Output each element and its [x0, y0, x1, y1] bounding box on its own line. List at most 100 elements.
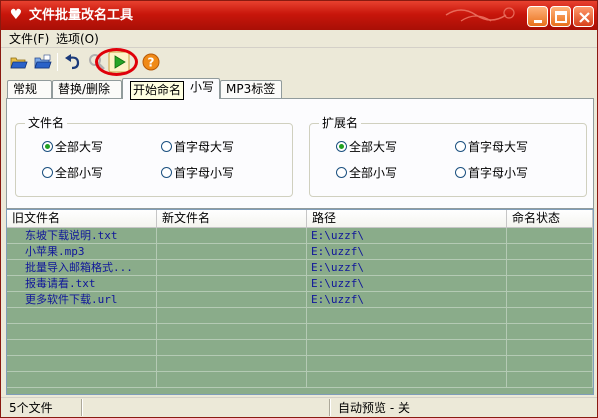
radio-filename-cap-first[interactable]: 首字母大写: [161, 140, 234, 154]
radio-label: 首字母大写: [174, 140, 235, 154]
minimize-button[interactable]: [527, 6, 548, 27]
radio-label: 全部大写: [55, 140, 104, 154]
radio-dot[interactable]: [455, 141, 466, 152]
column-path[interactable]: 路径: [307, 210, 507, 228]
radio-filename-lower-first[interactable]: 首字母小写: [161, 166, 234, 180]
extension-group: 扩展名 全部大写 首字母大写 全部小写 首字母小写: [309, 116, 587, 197]
title-decoration-icon: [445, 7, 515, 22]
table-cell-old: 报毒请看.txt: [7, 276, 157, 292]
filename-group-title: 文件名: [25, 116, 68, 130]
file-list-header: 旧文件名 新文件名 路径 命名状态: [7, 210, 593, 228]
radio-label: 首字母大写: [468, 140, 529, 154]
table-cell-old: 东坡下载说明.txt: [7, 228, 157, 244]
tab-replace-delete[interactable]: 替换/删除: [52, 80, 122, 98]
radio-dot[interactable]: [42, 167, 53, 178]
help-icon[interactable]: ?: [141, 52, 161, 72]
radio-dot[interactable]: [161, 141, 172, 152]
radio-dot[interactable]: [42, 141, 53, 152]
radio-label: 首字母小写: [174, 166, 235, 180]
menu-file[interactable]: 文件(F): [7, 31, 51, 47]
column-status[interactable]: 命名状态: [507, 210, 593, 228]
status-divider: [81, 399, 83, 416]
status-preview: 自动预览 - 关: [338, 401, 410, 415]
table-cell-status: [507, 340, 593, 356]
radio-ext-all-lower[interactable]: 全部小写: [336, 166, 397, 180]
table-cell-path: [307, 324, 507, 340]
table-cell-path: [307, 356, 507, 372]
table-cell-new: [157, 244, 307, 260]
status-file-count: 5个文件: [9, 401, 53, 415]
radio-filename-all-lower[interactable]: 全部小写: [42, 166, 103, 180]
table-cell-path: [307, 308, 507, 324]
table-row[interactable]: [7, 340, 593, 356]
title-bar[interactable]: ♥ 文件批量改名工具: [1, 1, 597, 30]
minimize-icon: [534, 20, 542, 23]
table-row[interactable]: [7, 372, 593, 388]
maximize-button[interactable]: [550, 6, 571, 27]
table-cell-old: 小苹果.mp3: [7, 244, 157, 260]
table-row[interactable]: 批量导入邮箱格式... E:\uzzf\: [7, 260, 593, 276]
table-row[interactable]: 小苹果.mp3 E:\uzzf\: [7, 244, 593, 260]
radio-dot[interactable]: [336, 167, 347, 178]
column-new-name[interactable]: 新文件名: [157, 210, 307, 228]
highlight-circle: [95, 48, 138, 76]
table-cell-status: [507, 308, 593, 324]
table-cell-path: E:\uzzf\: [307, 276, 507, 292]
table-row[interactable]: [7, 308, 593, 324]
window-title: 文件批量改名工具: [29, 8, 134, 23]
radio-dot[interactable]: [336, 141, 347, 152]
table-cell-status: [507, 356, 593, 372]
table-cell-status: [507, 292, 593, 308]
radio-ext-cap-first[interactable]: 首字母大写: [455, 140, 528, 154]
radio-ext-all-upper[interactable]: 全部大写: [336, 140, 397, 154]
svg-text:?: ?: [148, 56, 155, 70]
table-row[interactable]: 东坡下载说明.txt E:\uzzf\: [7, 228, 593, 244]
toolbar-separator: [57, 53, 58, 71]
open-folder-alt-icon[interactable]: [33, 52, 53, 72]
close-icon: [579, 12, 590, 23]
table-cell-status: [507, 276, 593, 292]
table-cell-status: [507, 228, 593, 244]
table-cell-new: [157, 228, 307, 244]
tab-panel: 文件名 全部大写 首字母大写 全部小写 首字母小写 扩展名 全部大写 首字母大写: [6, 98, 594, 209]
table-row[interactable]: 更多软件下载.url E:\uzzf\: [7, 292, 593, 308]
close-button[interactable]: [573, 6, 594, 27]
table-cell-status: [507, 260, 593, 276]
table-row[interactable]: [7, 324, 593, 340]
radio-filename-all-upper[interactable]: 全部大写: [42, 140, 103, 154]
open-folder-icon[interactable]: [9, 52, 29, 72]
table-row[interactable]: 报毒请看.txt E:\uzzf\: [7, 276, 593, 292]
table-cell-new: [157, 292, 307, 308]
table-cell-old: [7, 340, 157, 356]
table-cell-status: [507, 372, 593, 388]
table-cell-status: [507, 244, 593, 260]
radio-label: 全部小写: [55, 166, 104, 180]
table-cell-path: [307, 340, 507, 356]
column-old-name[interactable]: 旧文件名: [7, 210, 157, 228]
file-list[interactable]: 旧文件名 新文件名 路径 命名状态 东坡下载说明.txt E:\uzzf\ 小苹果.…: [6, 209, 594, 395]
menu-options[interactable]: 选项(O): [54, 31, 101, 47]
maximize-icon: [555, 11, 567, 23]
radio-label: 全部大写: [349, 140, 398, 154]
radio-dot[interactable]: [455, 167, 466, 178]
tab-general[interactable]: 常规: [7, 80, 52, 98]
status-bar: 5个文件 自动预览 - 关: [1, 397, 597, 417]
table-cell-old: [7, 356, 157, 372]
tab-mp3-tags[interactable]: MP3标签: [220, 80, 282, 98]
table-cell-new: [157, 276, 307, 292]
undo-icon[interactable]: [63, 52, 83, 72]
tooltip-start-rename: 开始命名: [130, 81, 185, 100]
table-cell-new: [157, 340, 307, 356]
table-row[interactable]: [7, 356, 593, 372]
menu-bar: 文件(F) 选项(O): [1, 30, 597, 48]
table-cell-path: E:\uzzf\: [307, 260, 507, 276]
table-cell-new: [157, 308, 307, 324]
extension-group-title: 扩展名: [319, 116, 362, 130]
radio-ext-lower-first[interactable]: 首字母小写: [455, 166, 528, 180]
radio-dot[interactable]: [161, 167, 172, 178]
table-cell-old: [7, 324, 157, 340]
table-cell-path: [307, 372, 507, 388]
table-cell-status: [507, 324, 593, 340]
filename-group: 文件名 全部大写 首字母大写 全部小写 首字母小写: [15, 116, 293, 197]
radio-label: 首字母小写: [468, 166, 529, 180]
